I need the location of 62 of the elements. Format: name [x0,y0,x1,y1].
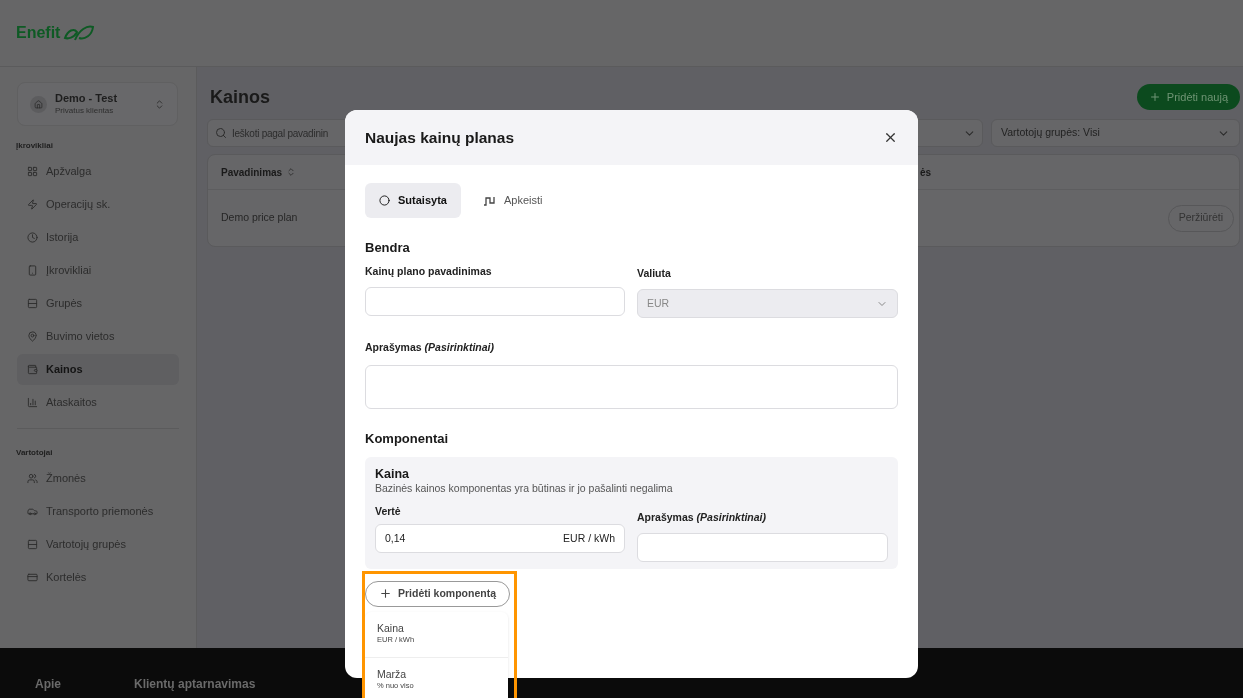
account-name: Demo - Test [55,92,118,106]
value-field[interactable]: 0,14 EUR / kWh [375,524,625,554]
chevrons-icon [154,98,165,110]
logo-text: Enefit [16,23,61,43]
rows-icon [27,539,38,550]
sidebar-item[interactable]: Ataskaitos [17,387,179,418]
footer-link[interactable]: Apie [35,675,61,693]
sidebar-item[interactable]: Kortelės [17,562,179,593]
field-label: Kainų plano pavadinimas [365,263,493,279]
step-line-icon [482,195,496,206]
sidebar-item[interactable]: Istorija [17,222,179,253]
add-new-button[interactable]: Pridėti naują [1136,84,1240,110]
device-icon [27,265,38,276]
field-label: Aprašymas (Pasirinktinai) [637,510,766,523]
section-heading: Komponentai [365,430,450,449]
circle-icon [379,195,390,206]
tab[interactable]: Apkeisti [468,183,557,218]
home-icon [30,95,47,113]
sidebar-item[interactable]: Žmonės [17,463,179,494]
textarea-field[interactable] [365,365,898,410]
bar-chart-icon [27,397,38,408]
user-group-filter[interactable]: Vartotojų grupės: Visi [991,119,1240,147]
field-label: Aprašymas (Pasirinktinai) [365,341,494,354]
leaf-logo-icon [63,24,96,42]
modal-title: Naujas kainų planas [365,127,515,148]
bolt-icon [27,199,38,210]
component-description: Bazinės kainos komponentas yra būtinas ir jo pašalinti negalima [375,482,674,496]
rows-icon [27,298,38,309]
field-label: Valiuta [637,265,672,281]
column-header: ės [920,165,932,180]
table-cell: Demo price plan [221,210,298,226]
car-icon [27,506,38,517]
plus-icon [379,587,392,601]
card-icon [27,572,38,583]
footer-link[interactable]: Klientų aptarnavimas [134,675,256,693]
sidebar-item[interactable]: Vartotojų grupės [17,529,179,560]
sidebar-item[interactable]: Transporto priemonės [17,496,179,527]
input-field[interactable] [365,287,625,317]
wallet-icon [27,364,38,375]
field-label: Vertė [375,503,402,519]
clock-icon [27,232,38,243]
input-field[interactable] [637,532,888,562]
currency-select[interactable]: EUR [637,289,898,319]
tab[interactable]: Sutaisyta [365,183,461,218]
page-title: Kainos [210,85,270,109]
section-label: Vartotojai [16,447,54,459]
sidebar-item[interactable]: Buvimo vietos [17,321,179,352]
sidebar-item[interactable]: Apžvalga [17,156,179,187]
people-icon [27,473,38,484]
section-label: Įkrovikliai [16,140,54,152]
search-icon [215,127,227,139]
sort-icon [286,167,297,177]
sidebar-item[interactable]: Kainos [17,354,179,385]
plus-icon [1148,91,1161,103]
component-title: Kaina [375,466,411,483]
pin-icon [27,331,38,342]
column-header[interactable]: Pavadinimas [221,164,283,180]
grid-icon [27,166,38,177]
close-icon[interactable] [883,130,898,145]
sidebar-item[interactable]: Grupės [17,288,179,319]
sidebar-item[interactable]: Įkrovikliai [17,255,179,286]
section-heading: Bendra [365,239,411,257]
